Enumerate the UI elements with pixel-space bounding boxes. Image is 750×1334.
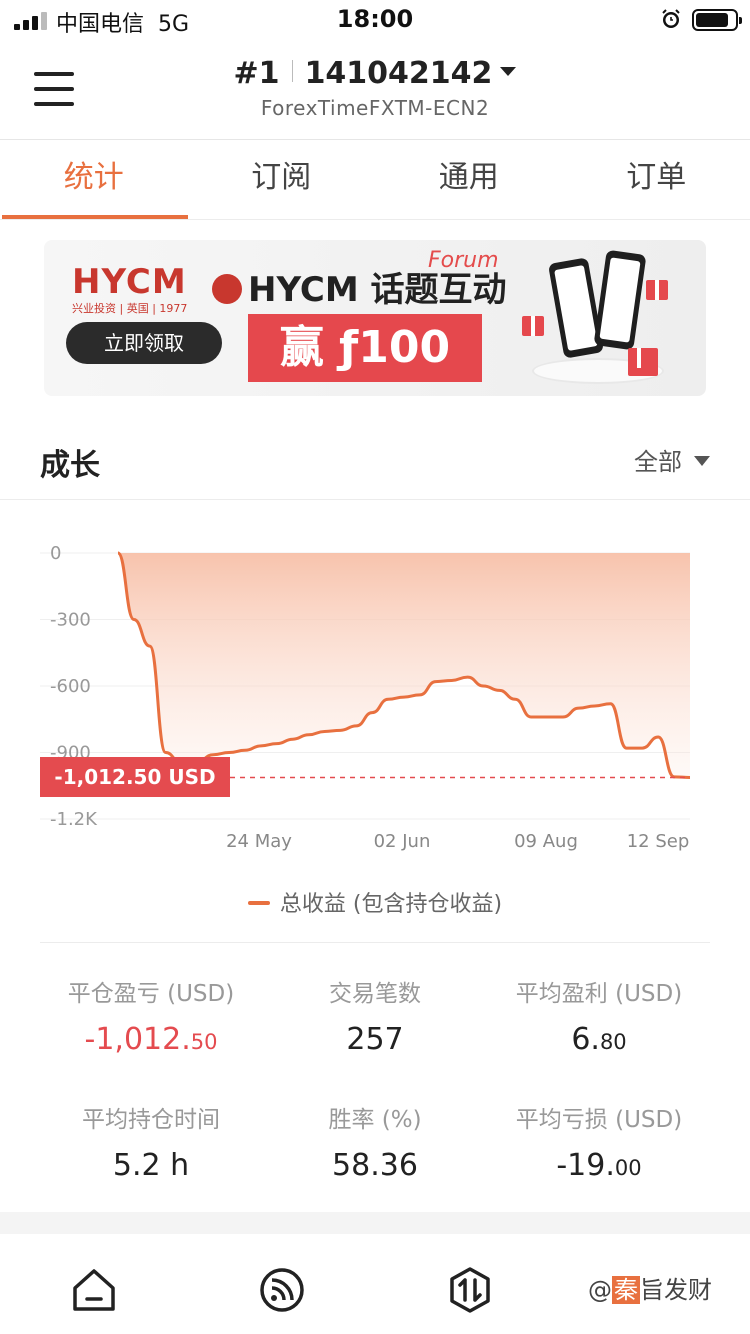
x-tick-label: 09 Aug — [514, 831, 578, 852]
account-number: 141042142 — [304, 56, 493, 91]
stat-label: 平仓盈亏 (USD) — [67, 981, 235, 1007]
y-tick-label: -600 — [50, 676, 91, 697]
gift-icon — [646, 280, 668, 300]
stat-value: 6.80 — [571, 1022, 627, 1057]
trade-icon[interactable] — [446, 1266, 494, 1314]
x-tick-label: 12 Sep — [627, 831, 690, 852]
growth-chart: 0 -300 -600 -900 -1.2K 24 May 02 Jun 09 Aug 12 S… — [0, 520, 750, 860]
section-spacer — [0, 1212, 750, 1234]
bottom-nav: @秦旨发财 — [0, 1234, 750, 1334]
tab-statistics[interactable]: 统计 — [0, 140, 188, 219]
tab-bar: 统计 订阅 通用 订单 — [0, 140, 750, 220]
feed-icon[interactable] — [258, 1266, 306, 1314]
stat-avg-profit: 平均盈利 (USD) 6.80 — [474, 974, 724, 1057]
period-filter[interactable]: 全部 — [634, 442, 710, 477]
tab-general[interactable]: 通用 — [375, 140, 563, 219]
series-area — [118, 553, 690, 778]
stat-closed-pnl: 平仓盈亏 (USD) -1,012.50 — [26, 974, 276, 1057]
banner-script-text: Forum — [428, 248, 499, 273]
status-bar: 中国电信 5G 18:00 — [0, 0, 750, 40]
phone-illustration — [593, 249, 647, 351]
stat-value: 257 — [346, 1022, 404, 1057]
x-tick-label: 02 Jun — [374, 831, 431, 852]
stat-label: 平均持仓时间 — [82, 1107, 220, 1133]
stat-label: 平均盈利 (USD) — [515, 981, 683, 1007]
y-tick-label: -300 — [50, 610, 91, 631]
chart-legend: 总收益 (包含持仓收益) — [0, 886, 750, 918]
battery-icon — [692, 9, 742, 31]
legend-label: 总收益 (包含持仓收益) — [279, 892, 503, 917]
stat-value: -1,012.50 — [84, 1022, 218, 1057]
brand-tagline: 兴业投资 | 英国 | 1977 — [72, 302, 188, 315]
alarm-icon — [662, 9, 680, 28]
brand-badge-icon — [212, 274, 242, 304]
section-title: 成长 — [40, 448, 100, 483]
caret-down-icon — [694, 456, 710, 466]
stat-label: 胜率 (%) — [328, 1107, 422, 1133]
header: #1 141042142 ForexTimeFXTM-ECN2 — [0, 40, 750, 140]
clock: 18:00 — [336, 5, 414, 33]
legend-swatch — [247, 901, 270, 905]
prize-badge: 赢 ƒ100 — [248, 314, 482, 382]
promo-banner[interactable]: HYCM 兴业投资 | 英国 | 1977 立即领取 HYCM 话题互动 For… — [44, 240, 706, 396]
stat-trade-count: 交易笔数 257 — [250, 974, 500, 1057]
divider — [40, 942, 710, 943]
claim-button[interactable]: 立即领取 — [66, 322, 222, 364]
stat-label: 交易笔数 — [329, 981, 421, 1007]
gift-icon — [628, 348, 658, 376]
growth-chart-svg: 0-300-600-900-1.2K24 May 02 Jun 09 Aug 12 S… — [40, 543, 691, 852]
y-tick-label: 0 — [50, 543, 61, 564]
account-selector[interactable]: #1 141042142 — [0, 56, 750, 91]
tab-subscribe[interactable]: 订阅 — [188, 140, 376, 219]
home-icon[interactable] — [70, 1266, 118, 1314]
x-tick-label: 24 May — [226, 831, 292, 852]
y-tick-label: -1.2K — [50, 809, 98, 830]
tab-orders[interactable]: 订单 — [563, 140, 750, 219]
rank-label: #1 — [233, 56, 280, 91]
stat-avg-hold-time: 平均持仓时间 5.2 h — [26, 1100, 276, 1183]
chevron-down-icon — [500, 67, 517, 76]
stat-value: 58.36 — [332, 1148, 418, 1183]
stat-avg-loss: 平均亏损 (USD) -19.00 — [474, 1100, 724, 1183]
brand-logo: HYCM — [72, 262, 187, 302]
current-value-tag: -1,012.50 USD — [40, 757, 230, 798]
gift-icon — [522, 316, 544, 336]
watermark: @秦旨发财 — [588, 1276, 712, 1304]
stat-value: -19.00 — [556, 1148, 642, 1183]
growth-section-header: 成长 全部 — [0, 414, 750, 500]
stat-value: 5.2 h — [112, 1148, 190, 1183]
stat-label: 平均亏损 (USD) — [515, 1107, 683, 1133]
stat-win-rate: 胜率 (%) 58.36 — [250, 1100, 500, 1183]
server-name: ForexTimeFXTM-ECN2 — [260, 96, 490, 120]
